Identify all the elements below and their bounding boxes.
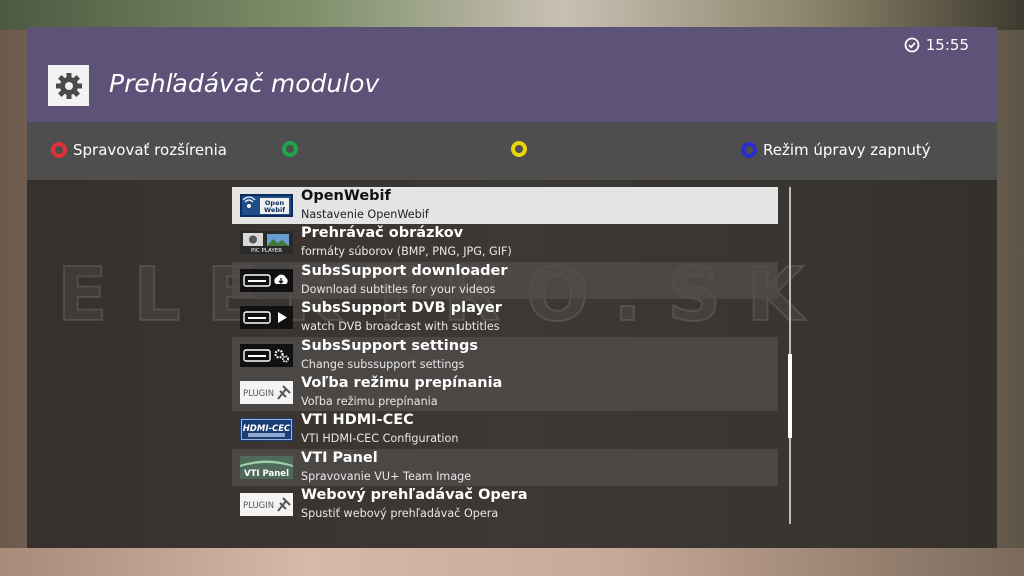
item-description: Change subssupport settings <box>301 357 465 371</box>
green-button[interactable] <box>282 141 304 157</box>
svg-text:PLUGIN: PLUGIN <box>243 501 274 511</box>
svg-text:PLUGIN: PLUGIN <box>243 389 274 399</box>
list-item[interactable]: Open Webif OpenWebif Nastavenie OpenWebi… <box>232 187 778 225</box>
list-item[interactable]: PIC PLAYER Prehrávač obrázkov formáty sú… <box>232 224 778 261</box>
item-description: VTI HDMI-CEC Configuration <box>301 432 459 446</box>
gear-icon <box>48 65 89 106</box>
item-title: SubsSupport downloader <box>301 262 508 279</box>
red-circle-icon <box>51 142 67 158</box>
plugin-browser-window: Prehľadávač modulov 15:55 Spravovať rozš… <box>27 27 997 548</box>
item-description: Spustiť webový prehľadávač Opera <box>301 507 499 521</box>
item-title: SubsSupport settings <box>301 337 479 354</box>
plugin-list: Open Webif OpenWebif Nastavenie OpenWebi… <box>232 187 778 524</box>
clock: 15:55 <box>904 36 969 54</box>
scrollbar-thumb[interactable] <box>788 354 792 438</box>
svg-text:VTI Panel: VTI Panel <box>244 469 289 479</box>
list-item[interactable]: HDMI-CEC VTI HDMI-CEC VTI HDMI-CEC Confi… <box>232 411 778 448</box>
pic-player-icon: PIC PLAYER <box>240 231 293 255</box>
list-item[interactable]: SubsSupport DVB player watch DVB broadca… <box>232 299 778 336</box>
item-description: formáty súborov (BMP, PNG, JPG, GIF) <box>301 245 512 259</box>
background-top <box>0 0 1024 30</box>
color-button-bar: Spravovať rozšírenia Režim úpravy zapnut… <box>27 122 997 180</box>
clock-icon <box>904 37 920 53</box>
svg-text:HDMI-CEC: HDMI-CEC <box>243 424 291 434</box>
red-button[interactable]: Spravovať rozšírenia <box>51 141 227 159</box>
play-icon <box>240 306 293 330</box>
item-title: Prehrávač obrázkov <box>301 225 464 242</box>
item-title: VTI HDMI-CEC <box>301 412 414 429</box>
item-title: OpenWebif <box>301 188 391 204</box>
item-description: Voľba režimu prepínania <box>301 394 438 408</box>
list-item[interactable]: VTI Panel VTI Panel Spravovanie VU+ Team… <box>232 448 778 487</box>
item-description: watch DVB broadcast with subtitles <box>301 320 500 334</box>
item-description: Spravovanie VU+ Team Image <box>301 469 472 483</box>
list-item[interactable]: PLUGIN Voľba režimu prepínania Voľba rež… <box>232 373 778 412</box>
hdmi-cec-icon: HDMI-CEC <box>240 418 293 442</box>
red-button-label: Spravovať rozšírenia <box>73 141 227 159</box>
item-title: VTI Panel <box>301 449 378 466</box>
item-description: Download subtitles for your videos <box>301 282 496 296</box>
header: Prehľadávač modulov 15:55 <box>27 27 997 122</box>
clock-time: 15:55 <box>925 36 969 54</box>
item-title: SubsSupport DVB player <box>301 300 502 317</box>
list-item[interactable]: PLUGIN Webový prehľadávač Opera Spustiť … <box>232 486 778 523</box>
plugin-list-area: ELEKTRO.SK Open Webif OpenWebif <box>27 180 997 548</box>
item-description: Nastavenie OpenWebif <box>301 208 429 221</box>
vti-panel-icon: VTI Panel <box>240 455 293 479</box>
background-bottom <box>0 548 1024 576</box>
openwebif-icon: Open Webif <box>240 194 293 217</box>
gears-icon <box>240 343 293 367</box>
item-title: Voľba režimu prepínania <box>301 374 503 391</box>
blue-button-label: Režim úpravy zapnutý <box>763 141 931 159</box>
list-item[interactable]: SubsSupport settings Change subssupport … <box>232 336 778 374</box>
yellow-button[interactable] <box>511 141 533 157</box>
blue-button[interactable]: Režim úpravy zapnutý <box>741 141 931 159</box>
green-circle-icon <box>282 141 298 157</box>
plugin-icon: PLUGIN <box>240 380 293 404</box>
svg-text:Webif: Webif <box>264 206 285 214</box>
cloud-download-icon <box>240 268 293 292</box>
yellow-circle-icon <box>511 141 527 157</box>
blue-circle-icon <box>741 142 757 158</box>
svg-text:PIC PLAYER: PIC PLAYER <box>251 248 282 254</box>
plugin-icon: PLUGIN <box>240 493 293 517</box>
item-title: Webový prehľadávač Opera <box>301 487 528 504</box>
list-item[interactable]: SubsSupport downloader Download subtitle… <box>232 261 778 300</box>
page-title: Prehľadávač modulov <box>109 69 380 98</box>
